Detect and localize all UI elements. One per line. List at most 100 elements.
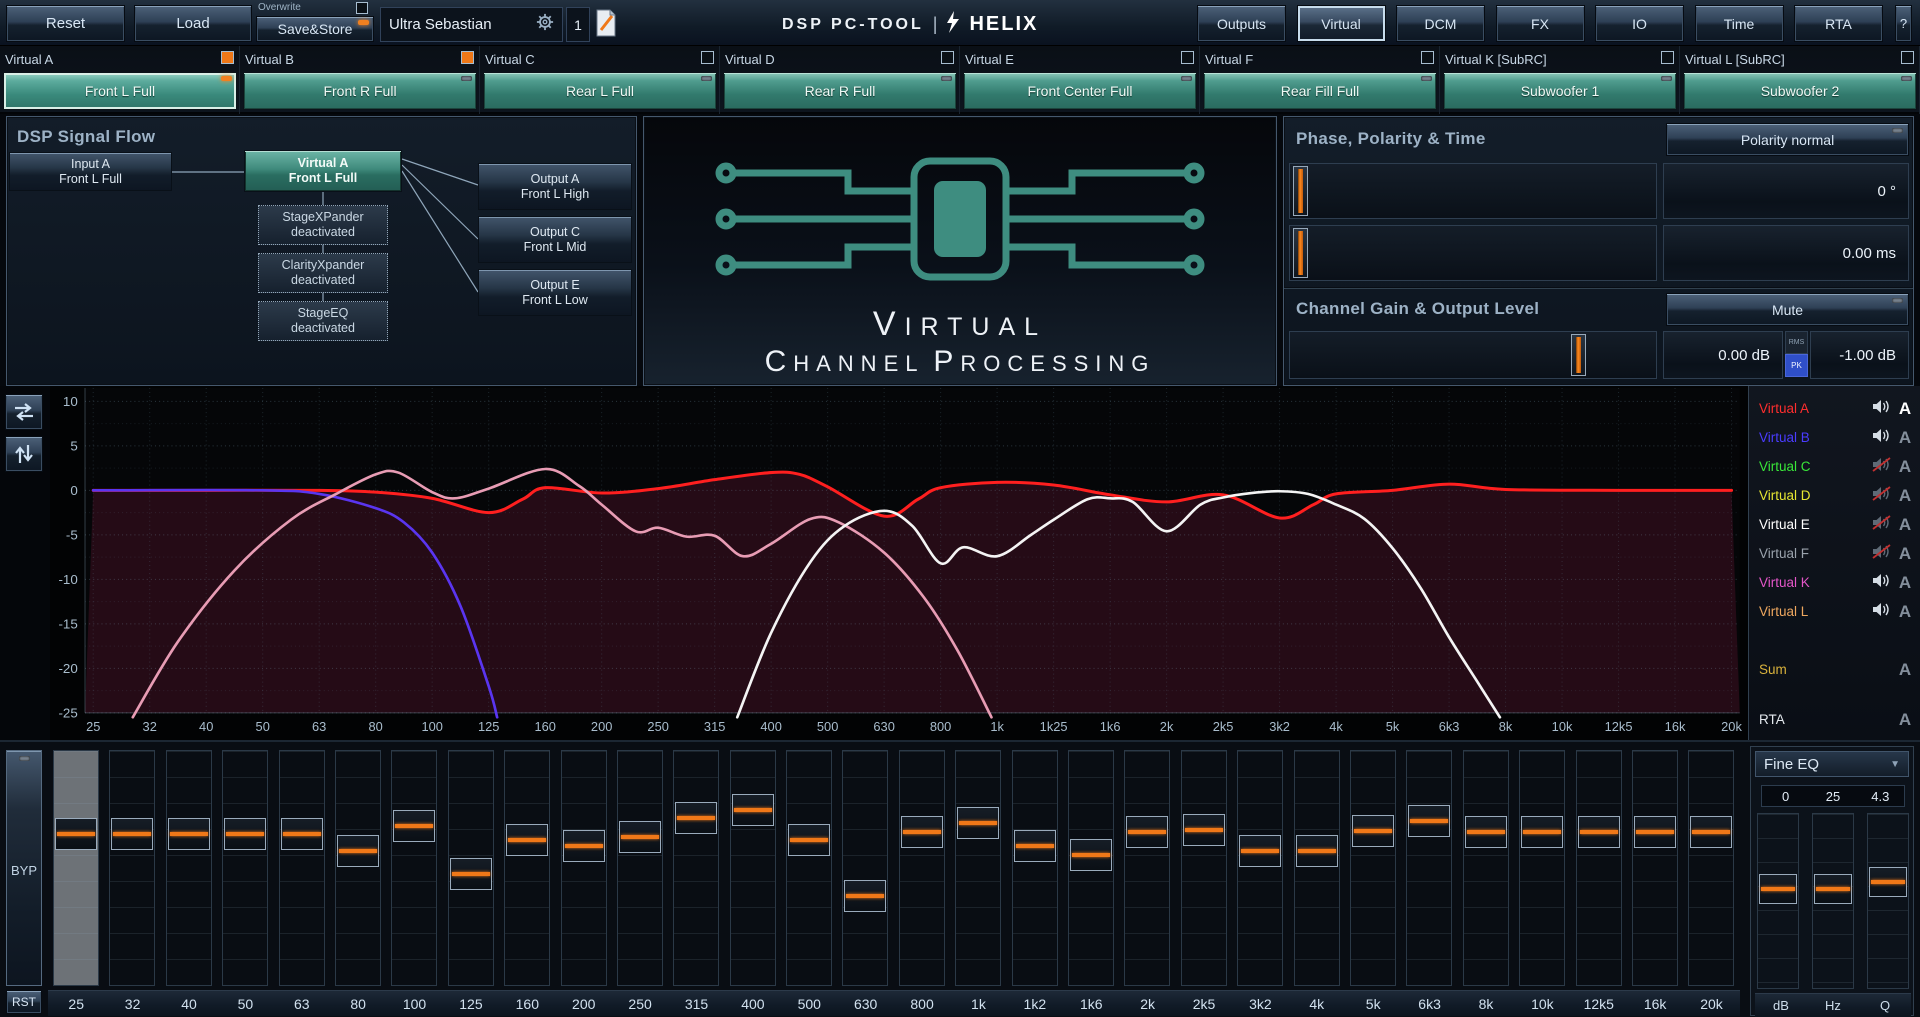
eq-band-track[interactable] (673, 750, 719, 986)
eq-band-track[interactable] (279, 750, 325, 986)
eq-band-handle[interactable] (224, 818, 266, 850)
eq-band-handle[interactable] (1408, 805, 1450, 837)
preset-number-cell[interactable]: 1 (566, 7, 590, 42)
channel-link-checkbox[interactable] (1901, 51, 1914, 64)
legend-row-virtual-k[interactable]: Virtual KA (1759, 568, 1914, 597)
eq-band-track[interactable] (1463, 750, 1509, 986)
eq-band-handle[interactable] (732, 794, 774, 826)
speaker-icon[interactable] (1872, 399, 1896, 419)
eq-band-track[interactable] (109, 750, 155, 986)
eq-band-track[interactable] (955, 750, 1001, 986)
flow-stage-box-3[interactable]: StageEQdeactivated (258, 301, 388, 341)
eq-band-handle[interactable] (1239, 835, 1281, 867)
nav-button-outputs[interactable]: Outputs (1197, 5, 1286, 42)
channel-button-rear-l-full[interactable]: Rear L Full (483, 72, 717, 110)
eq-band-handle[interactable] (1634, 816, 1676, 848)
nav-button-dcm[interactable]: DCM (1396, 5, 1485, 42)
legend-row-rta[interactable]: RTAA (1759, 705, 1914, 734)
fine-eq-value-q[interactable]: 4.3 (1857, 786, 1904, 806)
flow-virtual-box[interactable]: Virtual AFront L Full (244, 150, 402, 192)
eq-band-handle[interactable] (393, 810, 435, 842)
flow-stage-box-1[interactable]: StageXPanderdeactivated (258, 205, 388, 245)
nav-button-io[interactable]: IO (1595, 5, 1684, 42)
eq-band-track[interactable] (1519, 750, 1565, 986)
eq-band-handle[interactable] (168, 818, 210, 850)
legend-row-sum[interactable]: SumA (1759, 655, 1914, 684)
speaker-muted-icon[interactable] (1872, 544, 1896, 564)
eq-band-track[interactable] (448, 750, 494, 986)
delay-value[interactable]: 0.00 ms (1663, 225, 1909, 281)
channel-link-checkbox[interactable] (941, 51, 954, 64)
eq-band-handle[interactable] (506, 824, 548, 856)
eq-band-handle[interactable] (1183, 814, 1225, 846)
reset-button[interactable]: Reset (6, 5, 125, 42)
legend-row-virtual-a[interactable]: Virtual AA (1759, 394, 1914, 423)
channel-button-rear-fill-full[interactable]: Rear Fill Full (1203, 72, 1437, 110)
auto-badge[interactable]: A (1896, 399, 1914, 419)
fine-eq-value-hz[interactable]: 25 (1809, 786, 1856, 806)
channel-button-front-l-full[interactable]: Front L Full (3, 72, 237, 110)
auto-badge[interactable]: A (1896, 515, 1914, 535)
eq-band-track[interactable] (53, 750, 99, 986)
eq-band-handle[interactable] (844, 880, 886, 912)
gear-icon[interactable] (536, 13, 554, 36)
y-zoom-button[interactable] (5, 436, 43, 472)
eq-band-handle[interactable] (281, 818, 323, 850)
flow-input-box[interactable]: Input AFront L Full (9, 152, 172, 191)
channel-button-subwoofer-1[interactable]: Subwoofer 1 (1443, 72, 1677, 110)
eq-band-handle[interactable] (55, 818, 97, 850)
eq-band-track[interactable] (561, 750, 607, 986)
mute-button[interactable]: Mute (1666, 293, 1909, 326)
eq-band-track[interactable] (1632, 750, 1678, 986)
channel-button-front-center-full[interactable]: Front Center Full (963, 72, 1197, 110)
speaker-icon[interactable] (1872, 573, 1896, 593)
eq-band-handle[interactable] (563, 830, 605, 862)
eq-band-track[interactable] (1012, 750, 1058, 986)
eq-band-handle[interactable] (957, 807, 999, 839)
nav-button-rta[interactable]: RTA (1794, 5, 1883, 42)
eq-band-track[interactable] (1294, 750, 1340, 986)
nav-button-time[interactable]: Time (1695, 5, 1784, 42)
speaker-muted-icon[interactable] (1872, 486, 1896, 506)
eq-band-track[interactable] (166, 750, 212, 986)
fine-eq-handle[interactable] (1814, 874, 1852, 904)
legend-row-virtual-e[interactable]: Virtual EA (1759, 510, 1914, 539)
auto-badge[interactable]: A (1896, 710, 1914, 730)
channel-button-rear-r-full[interactable]: Rear R Full (723, 72, 957, 110)
eq-band-track[interactable] (1576, 750, 1622, 986)
flow-output-box-1[interactable]: Output AFront L High (478, 163, 632, 210)
save-store-button[interactable]: Save&Store (256, 16, 374, 42)
speaker-muted-icon[interactable] (1872, 515, 1896, 535)
gain-slider[interactable] (1289, 331, 1657, 379)
eq-band-track[interactable] (842, 750, 888, 986)
channel-button-front-r-full[interactable]: Front R Full (243, 72, 477, 110)
eq-band-handle[interactable] (1014, 830, 1056, 862)
legend-row-virtual-b[interactable]: Virtual BA (1759, 423, 1914, 452)
eq-band-handle[interactable] (450, 858, 492, 890)
speaker-muted-icon[interactable] (1872, 457, 1896, 477)
channel-link-checkbox[interactable] (1181, 51, 1194, 64)
auto-badge[interactable]: A (1896, 428, 1914, 448)
legend-row-virtual-l[interactable]: Virtual LA (1759, 597, 1914, 626)
eq-band-handle[interactable] (675, 802, 717, 834)
auto-badge[interactable]: A (1896, 602, 1914, 622)
auto-badge[interactable]: A (1896, 457, 1914, 477)
eq-band-track[interactable] (617, 750, 663, 986)
channel-link-checkbox[interactable] (221, 51, 234, 64)
fine-eq-selector[interactable]: Fine EQ ▼ (1755, 751, 1909, 777)
eq-band-track[interactable] (1124, 750, 1170, 986)
eq-band-track[interactable] (1237, 750, 1283, 986)
eq-band-track[interactable] (786, 750, 832, 986)
eq-band-track[interactable] (1688, 750, 1734, 986)
pk-toggle[interactable]: PK (1785, 354, 1808, 377)
delay-slider[interactable] (1289, 225, 1657, 281)
eq-band-track[interactable] (1181, 750, 1227, 986)
eq-band-handle[interactable] (1070, 839, 1112, 871)
eq-band-handle[interactable] (1352, 815, 1394, 847)
eq-band-handle[interactable] (901, 816, 943, 848)
auto-badge[interactable]: A (1896, 660, 1914, 680)
overwrite-checkbox[interactable] (356, 2, 368, 14)
eq-band-track[interactable] (899, 750, 945, 986)
speaker-icon[interactable] (1872, 602, 1896, 622)
auto-badge[interactable]: A (1896, 573, 1914, 593)
